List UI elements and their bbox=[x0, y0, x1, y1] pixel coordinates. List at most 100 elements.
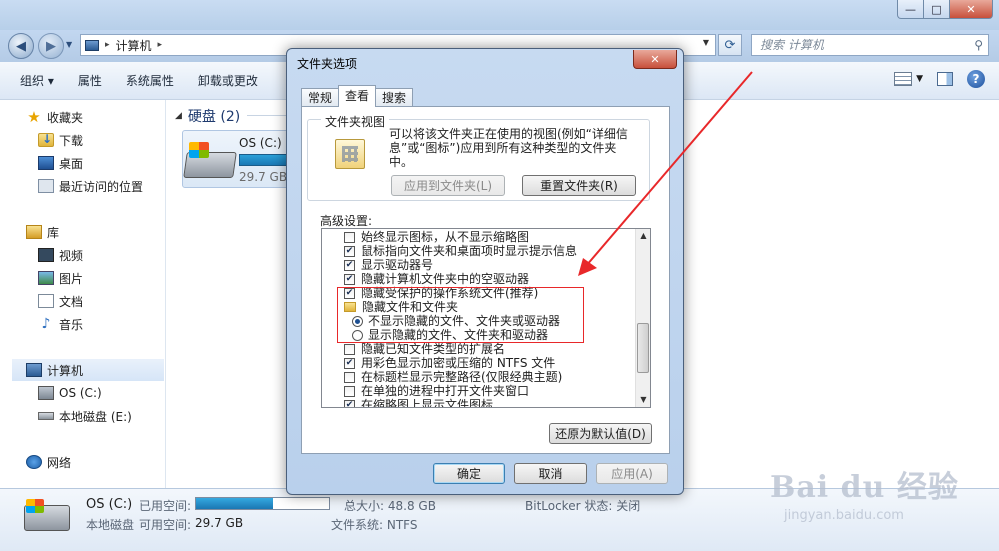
properties-button[interactable]: 属性 bbox=[78, 72, 102, 89]
system-properties-button[interactable]: 系统属性 bbox=[126, 72, 174, 89]
checkbox-checked-icon[interactable]: ✔ bbox=[344, 245, 355, 257]
cancel-button[interactable]: 取消 bbox=[514, 463, 587, 484]
refresh-icon: ⟳ bbox=[724, 37, 736, 53]
navigation-pane: ★ 收藏夹 下载 桌面 最近访问的位置 库 视频 图片 文档 ♪ 音乐 计算机 OS… bbox=[0, 100, 166, 488]
apply-button[interactable]: 应用(A) bbox=[596, 463, 668, 484]
reset-folders-button[interactable]: 重置文件夹(R) bbox=[522, 175, 636, 196]
group-title: 硬盘 (2) bbox=[187, 109, 241, 125]
windows-logo-icon bbox=[189, 142, 209, 158]
back-button[interactable]: ◀ bbox=[8, 33, 34, 59]
checkbox-icon[interactable] bbox=[344, 385, 355, 397]
windows-logo-icon bbox=[26, 499, 44, 513]
advanced-setting-item[interactable]: ✔ 用彩色显示加密或压缩的 NTFS 文件 bbox=[344, 356, 555, 370]
baidu-watermark: Bai du 经验 jingyan.baidu.com bbox=[764, 458, 994, 538]
history-dropdown-icon[interactable]: ▼ bbox=[66, 40, 72, 49]
sidebar-label: 桌面 bbox=[59, 156, 84, 171]
advanced-setting-label: 隐藏已知文件类型的扩展名 bbox=[361, 342, 506, 356]
advanced-setting-item[interactable]: 在单独的进程中打开文件夹窗口 bbox=[344, 384, 529, 398]
checkbox-checked-icon[interactable]: ✔ bbox=[344, 273, 355, 285]
advanced-setting-label: 用彩色显示加密或压缩的 NTFS 文件 bbox=[361, 356, 556, 370]
drive-icon bbox=[38, 412, 54, 420]
scroll-up-icon[interactable]: ▲ bbox=[636, 229, 651, 243]
sidebar-label: 库 bbox=[47, 225, 60, 240]
minimize-button[interactable]: — bbox=[897, 0, 924, 19]
forward-button[interactable]: ▶ bbox=[38, 33, 64, 59]
tile-drive-name: OS (C:) bbox=[239, 136, 282, 150]
ok-button[interactable]: 确定 bbox=[433, 463, 505, 484]
dialog-close-button[interactable]: ✕ bbox=[633, 50, 677, 69]
details-drive-name: OS (C:) bbox=[86, 497, 133, 512]
tile-free-space: 29.7 GB bbox=[239, 170, 288, 184]
usage-fill bbox=[196, 498, 274, 509]
checkbox-icon[interactable] bbox=[344, 371, 355, 383]
tab-view[interactable]: 查看 bbox=[338, 85, 377, 107]
advanced-setting-label: 在单独的进程中打开文件夹窗口 bbox=[361, 384, 530, 398]
advanced-setting-item[interactable]: 在标题栏显示完整路径(仅限经典主题) bbox=[344, 370, 562, 384]
video-icon bbox=[38, 248, 54, 262]
tab-search[interactable]: 搜索 bbox=[375, 88, 414, 107]
folder-options-dialog: 文件夹选项 ✕ 常规 查看 搜索 文件夹视图 可以将该文件夹正在使用的视图(例如… bbox=[286, 48, 684, 495]
address-dropdown-icon[interactable]: ▼ bbox=[703, 38, 709, 47]
star-icon: ★ bbox=[27, 108, 41, 126]
advanced-setting-item[interactable]: 始终显示图标，从不显示缩略图 bbox=[344, 230, 529, 244]
collapse-icon[interactable]: ◢ bbox=[175, 111, 182, 121]
library-icon bbox=[26, 225, 42, 239]
sidebar-computer[interactable]: 计算机 bbox=[12, 359, 164, 381]
apply-to-folders-button[interactable]: 应用到文件夹(L) bbox=[391, 175, 505, 196]
advanced-setting-label: 显示驱动器号 bbox=[361, 258, 434, 272]
breadcrumb-chevron-icon[interactable]: ▸ bbox=[158, 40, 163, 50]
details-drive-type: 本地磁盘 bbox=[86, 518, 135, 532]
music-icon: ♪ bbox=[41, 316, 51, 332]
search-icon[interactable]: ⚲ bbox=[974, 35, 983, 55]
checkbox-checked-icon[interactable]: ✔ bbox=[344, 399, 355, 407]
details-total: 总大小: 48.8 GB bbox=[344, 499, 436, 513]
drive-icon bbox=[38, 386, 54, 400]
search-input[interactable]: 搜索 计算机 ⚲ bbox=[751, 34, 989, 56]
sidebar-label: 视频 bbox=[59, 248, 84, 263]
advanced-setting-label: 在标题栏显示完整路径(仅限经典主题) bbox=[361, 370, 563, 384]
sidebar-label: 图片 bbox=[59, 271, 84, 286]
breadcrumb-chevron-icon[interactable]: ▸ bbox=[105, 40, 110, 50]
tile-usage-bar bbox=[239, 154, 289, 166]
uninstall-button[interactable]: 卸载或更改 bbox=[198, 72, 258, 89]
highlight-box bbox=[337, 287, 584, 343]
advanced-setting-item[interactable]: ✔ 显示驱动器号 bbox=[344, 258, 433, 272]
advanced-settings-label: 高级设置: bbox=[320, 214, 373, 228]
change-view-icon[interactable] bbox=[894, 72, 913, 86]
scroll-thumb[interactable] bbox=[637, 323, 649, 373]
dialog-title: 文件夹选项 bbox=[297, 57, 358, 71]
refresh-button[interactable]: ⟳ bbox=[718, 34, 742, 56]
sidebar-label: 计算机 bbox=[47, 363, 84, 378]
explorer-titlebar: — □ ✕ bbox=[0, 0, 999, 30]
computer-icon bbox=[26, 363, 42, 377]
tab-general[interactable]: 常规 bbox=[301, 88, 340, 107]
close-button[interactable]: ✕ bbox=[949, 0, 993, 19]
advanced-setting-label: 始终显示图标，从不显示缩略图 bbox=[361, 230, 530, 244]
checkbox-icon[interactable] bbox=[344, 231, 355, 243]
checkbox-checked-icon[interactable]: ✔ bbox=[344, 259, 355, 271]
sidebar-label: OS (C:) bbox=[59, 386, 102, 400]
scroll-down-icon[interactable]: ▼ bbox=[636, 393, 651, 407]
preview-pane-icon[interactable] bbox=[937, 72, 953, 86]
view-dropdown-icon[interactable]: ▼ bbox=[916, 74, 923, 84]
maximize-button[interactable]: □ bbox=[923, 0, 950, 19]
breadcrumb-computer[interactable]: 计算机 bbox=[116, 37, 152, 54]
details-free-label: 可用空间: bbox=[139, 518, 192, 532]
computer-icon bbox=[85, 39, 99, 51]
help-icon[interactable]: ? bbox=[967, 70, 985, 88]
toolbar-right: ▼ ? bbox=[894, 70, 985, 88]
advanced-setting-label: 隐藏计算机文件夹中的空驱动器 bbox=[361, 272, 530, 286]
organize-button[interactable]: 组织 ▾ bbox=[20, 72, 54, 89]
details-usage-bar bbox=[195, 497, 330, 510]
advanced-setting-item[interactable]: ✔ 在缩略图上显示文件图标 bbox=[344, 398, 493, 407]
sidebar-label: 下载 bbox=[59, 133, 84, 148]
group-header[interactable]: ◢ 硬盘 (2) bbox=[175, 106, 240, 126]
advanced-setting-item[interactable]: ✔ 隐藏计算机文件夹中的空驱动器 bbox=[344, 272, 529, 286]
checkbox-icon[interactable] bbox=[344, 343, 355, 355]
advanced-setting-item[interactable]: 隐藏已知文件类型的扩展名 bbox=[344, 342, 505, 356]
restore-defaults-button[interactable]: 还原为默认值(D) bbox=[549, 423, 652, 444]
folder-view-legend: 文件夹视图 bbox=[321, 113, 390, 130]
advanced-settings-scrollbar[interactable]: ▲ ▼ bbox=[635, 229, 650, 407]
advanced-setting-item[interactable]: ✔ 鼠标指向文件夹和桌面项时显示提示信息 bbox=[344, 244, 577, 258]
checkbox-checked-icon[interactable]: ✔ bbox=[344, 357, 355, 369]
